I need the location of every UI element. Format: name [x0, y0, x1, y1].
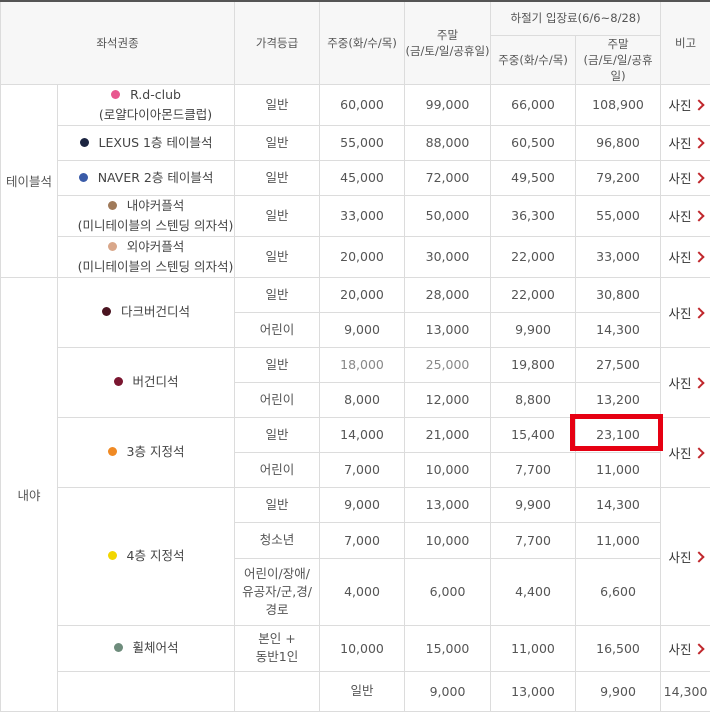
seat-color-dot — [80, 138, 89, 147]
header-summer: 하절기 입장료(6/6~8/28) — [491, 1, 661, 35]
seat-color-dot — [114, 377, 123, 386]
seat-4f-reserved: 4층 지정석 — [58, 487, 235, 625]
chevron-right-icon — [693, 551, 704, 562]
header-weekend: 주말(금/토/일/공휴일) — [405, 1, 491, 84]
header-seat-type: 좌석권종 — [1, 1, 235, 84]
chevron-right-icon — [693, 251, 704, 262]
chevron-right-icon — [693, 99, 704, 110]
table-row: LEXUS 1층 테이블석 일반 55,000 88,000 60,500 96… — [1, 125, 710, 160]
header-note: 비고 — [661, 1, 710, 84]
chevron-right-icon — [693, 307, 704, 318]
seat-wheelchair: 휠체어석 — [58, 625, 235, 671]
table-row: 테이블석 R.d-club(로얄다이아몬드클럽) 일반 60,000 99,00… — [1, 84, 710, 125]
seat-color-dot — [108, 551, 117, 560]
photo-link[interactable]: 사진 — [661, 347, 710, 417]
photo-link[interactable]: 사진 — [661, 125, 710, 160]
seat-naver: NAVER 2층 테이블석 — [58, 160, 235, 195]
seat-outfield-couple: 외야커플석(미니테이블의 스텐딩 의자석) — [58, 236, 235, 277]
table-row: 내야 다크버건디석 일반 20,000 28,000 22,000 30,800… — [1, 277, 710, 312]
photo-link[interactable]: 사진 — [661, 417, 710, 487]
seat-color-dot — [108, 447, 117, 456]
photo-link[interactable]: 사진 — [661, 84, 710, 125]
photo-link[interactable]: 사진 — [661, 236, 710, 277]
highlighted-price-cell: 23,100 — [576, 417, 661, 452]
seat-dark-burgundy: 다크버건디석 — [58, 277, 235, 347]
header-summer-weekend: 주말(금/토/일/공휴일) — [576, 35, 661, 84]
photo-link[interactable]: 사진 — [661, 277, 710, 347]
chevron-right-icon — [693, 377, 704, 388]
chevron-right-icon — [693, 172, 704, 183]
table-row: 내야커플석(미니테이블의 스텐딩 의자석) 일반 33,000 50,000 3… — [1, 195, 710, 236]
seat-color-dot — [79, 173, 88, 182]
table-row: 3층 지정석 일반 14,000 21,000 15,400 23,100 사진 — [1, 417, 710, 452]
chevron-right-icon — [693, 137, 704, 148]
seat-burgundy: 버건디석 — [58, 347, 235, 417]
photo-link[interactable]: 사진 — [661, 195, 710, 236]
chevron-right-icon — [693, 643, 704, 654]
chevron-right-icon — [693, 447, 704, 458]
seat-rd-club: R.d-club(로얄다이아몬드클럽) — [58, 84, 235, 125]
seat-infield-couple: 내야커플석(미니테이블의 스텐딩 의자석) — [58, 195, 235, 236]
seat-color-dot — [108, 242, 117, 251]
table-row: 휠체어석 본인 +동반1인 10,000 15,000 11,000 16,50… — [1, 625, 710, 671]
header-weekday: 주중(화/수/목) — [320, 1, 405, 84]
table-row: 4층 지정석 일반 9,000 13,000 9,900 14,300 사진 — [1, 487, 710, 522]
table-row: 버건디석 일반 18,000 25,000 19,800 27,500 사진 — [1, 347, 710, 382]
header-price-grade: 가격등급 — [235, 1, 320, 84]
seat-color-dot — [108, 201, 117, 210]
zone-infield: 내야 — [1, 277, 58, 711]
seat-color-dot — [102, 307, 111, 316]
seat-3f-reserved: 3층 지정석 — [58, 417, 235, 487]
zone-table-seats: 테이블석 — [1, 84, 58, 277]
seat-lexus: LEXUS 1층 테이블석 — [58, 125, 235, 160]
seat-color-dot — [114, 643, 123, 652]
table-row: NAVER 2층 테이블석 일반 45,000 72,000 49,500 79… — [1, 160, 710, 195]
table-row: 외야커플석(미니테이블의 스텐딩 의자석) 일반 20,000 30,000 2… — [1, 236, 710, 277]
price-table: 좌석권종 가격등급 주중(화/수/목) 주말(금/토/일/공휴일) 하절기 입장… — [0, 0, 710, 712]
photo-link[interactable]: 사진 — [661, 625, 710, 671]
chevron-right-icon — [693, 210, 704, 221]
table-row: 일반 9,000 13,000 9,900 14,300 — [1, 671, 710, 711]
photo-link[interactable]: 사진 — [661, 487, 710, 625]
photo-link[interactable]: 사진 — [661, 160, 710, 195]
seat-color-dot — [111, 90, 120, 99]
header-summer-weekday: 주중(화/수/목) — [491, 35, 576, 84]
